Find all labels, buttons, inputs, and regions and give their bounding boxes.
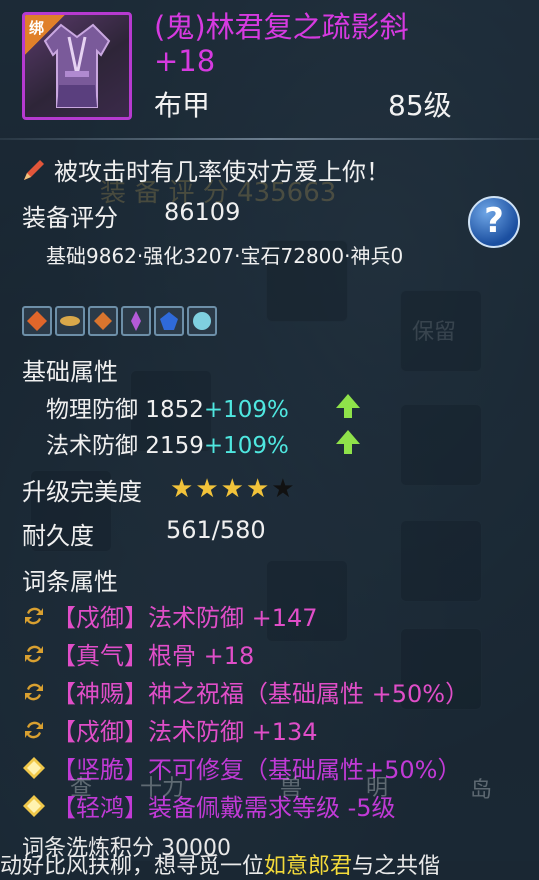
item-level: 85级 <box>388 89 452 122</box>
attr-row-physical: 物理防御 1852+109% <box>46 390 289 424</box>
header-divider <box>0 138 539 140</box>
affix-text: 不可修复（基础属性+50%） <box>148 756 462 784</box>
bg-tab-label: 明 <box>366 776 389 801</box>
swap-icon[interactable] <box>22 680 46 704</box>
affix-tag: 【坚脆】 <box>52 756 148 784</box>
help-question-icon[interactable]: ? <box>468 196 520 248</box>
story-highlight: 如意郎君 <box>264 854 353 879</box>
affix-row: 【神赐】 神之祝福（基础属性 +50%） <box>22 674 469 709</box>
attr-magic-label: 法术防御 2159 <box>46 433 204 459</box>
blue-gem-icon[interactable] <box>154 306 184 336</box>
orange-gem-icon[interactable] <box>22 306 52 336</box>
score-label: 装备评分 <box>22 204 118 232</box>
up-arrow-icon <box>336 394 360 408</box>
bg-tab-label: 十力 <box>140 776 185 801</box>
bg-tab-label: 查 <box>70 776 93 801</box>
item-name: (鬼)林君复之疏影斜 +18 <box>154 10 409 78</box>
diamond-icon <box>22 756 46 780</box>
durability-value: 561/580 <box>166 516 266 544</box>
story-suffix: 与之共偕 <box>352 854 441 879</box>
gem-slots <box>22 306 217 336</box>
star-filled-icon: ★ <box>170 474 194 504</box>
durability-label: 耐久度 <box>22 522 94 550</box>
score-breakdown: 基础9862·强化3207·宝石72800·神兵0 <box>46 244 404 268</box>
swap-icon[interactable] <box>22 604 46 628</box>
perfection-stars: ★ ★ ★ ★ ★ <box>170 476 295 502</box>
star-filled-icon: ★ <box>195 474 219 504</box>
star-empty-icon: ★ <box>271 474 295 504</box>
swap-icon[interactable] <box>22 642 46 666</box>
bg-tab-label: 岛 <box>470 778 493 803</box>
up-arrow-stem <box>344 408 352 418</box>
item-description-row: 被攻击时有几率使对方爱上你！ <box>20 152 390 187</box>
attr-row-magic: 法术防御 2159+109% <box>46 426 289 460</box>
attr-magic-bonus: +109% <box>203 433 289 459</box>
cyan-gem-icon[interactable] <box>187 306 217 336</box>
affix-tag: 【戍御】 <box>52 718 148 746</box>
gold-disc-gem-icon[interactable] <box>55 306 85 336</box>
affix-row: 【戍御】 法术防御 +147 <box>22 598 318 633</box>
affix-text: 根骨 +18 <box>148 642 255 670</box>
equipment-score-row: 装备评分 86109 <box>22 198 240 233</box>
affix-tag: 【神赐】 <box>52 680 148 708</box>
base-attrs-title: 基础属性 <box>22 358 118 386</box>
affixes-title: 词条属性 <box>22 568 118 596</box>
bind-label: 绑 <box>29 19 45 37</box>
star-filled-icon: ★ <box>245 474 270 504</box>
amber-gem-icon[interactable] <box>88 306 118 336</box>
star-filled-icon: ★ <box>220 474 244 504</box>
perfection-label: 升级完美度 <box>22 478 142 506</box>
story-line: 动好比风扶柳，想寻觅一位如意郎君与之共偕 <box>0 848 440 880</box>
affix-text: 法术防御 +147 <box>148 604 318 632</box>
affix-tag: 【真气】 <box>52 642 148 670</box>
up-arrow-icon <box>336 430 360 444</box>
item-description: 被攻击时有几率使对方爱上你！ <box>54 158 390 186</box>
affix-tag: 【轻鸿】 <box>52 794 148 822</box>
affix-text: 神之祝福（基础属性 +50%） <box>148 680 470 708</box>
diamond-icon <box>22 794 46 818</box>
pencil-icon <box>24 159 44 180</box>
story-prefix: 动好比风扶柳，想寻觅一位 <box>0 854 265 879</box>
score-value: 86109 <box>164 198 241 226</box>
attr-physical-label: 物理防御 1852 <box>46 397 204 423</box>
affix-row: 【真气】 根骨 +18 <box>22 636 254 671</box>
item-tooltip-panel: 装 备 评 分 435663 绑 (鬼)林君复之疏影斜 +18 布甲 85级 被… <box>0 0 539 879</box>
affix-tag: 【戍御】 <box>52 604 148 632</box>
affix-text: 法术防御 +134 <box>148 718 318 746</box>
swap-icon[interactable] <box>22 718 46 742</box>
attr-physical-bonus: +109% <box>203 397 289 423</box>
purple-gem-icon[interactable] <box>121 306 151 336</box>
affix-text: 装备佩戴需求等级 -5级 <box>148 794 396 822</box>
up-arrow-stem <box>344 444 352 454</box>
item-armor-icon[interactable]: 绑 <box>22 12 132 120</box>
bg-tab-label: 兽 <box>280 776 303 801</box>
item-type: 布甲 <box>154 89 211 122</box>
affix-row: 【戍御】 法术防御 +134 <box>22 712 318 747</box>
